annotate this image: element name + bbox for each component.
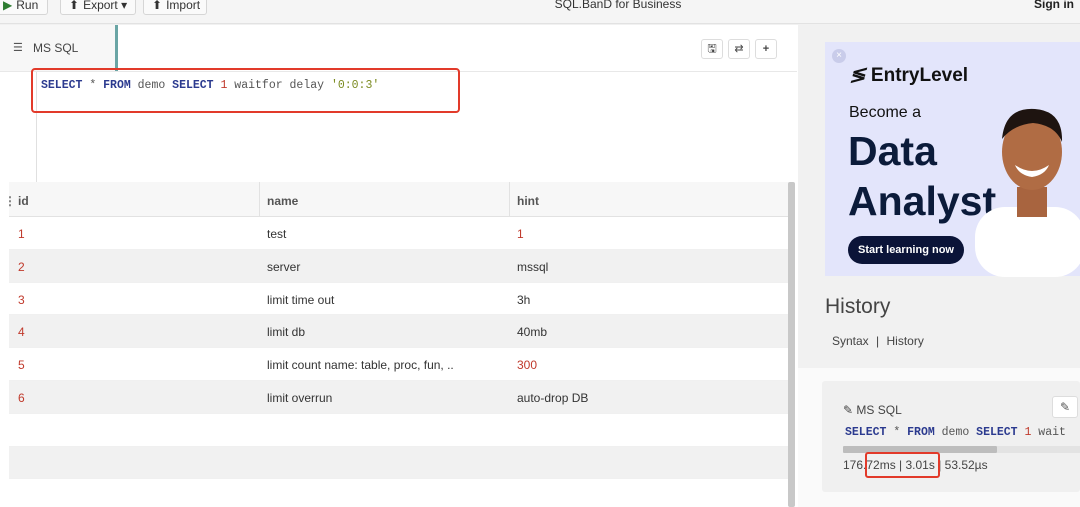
table-row[interactable]: 2 server mssql: [9, 249, 789, 283]
sql-highlight-annotation: [31, 68, 460, 113]
import-icon: ⬆: [152, 0, 163, 12]
column-header-id[interactable]: id: [18, 194, 29, 208]
table-row[interactable]: 4 limit db 40mb: [9, 315, 789, 349]
cell-name: test: [267, 227, 287, 241]
cell-hint: auto-drop DB: [517, 390, 589, 405]
column-divider: [259, 182, 260, 217]
cell-hint: 300: [517, 358, 538, 373]
syntax-link[interactable]: Syntax: [832, 334, 869, 348]
cell-id: 3: [18, 292, 25, 307]
sql-keyword: FROM: [907, 426, 935, 439]
drag-handle-icon[interactable]: ⋮: [4, 194, 16, 208]
chevron-down-icon: ▾: [121, 0, 128, 12]
save-icon[interactable]: 🖫: [701, 39, 723, 59]
edit-icon[interactable]: ✎: [1052, 396, 1078, 418]
import-label: Import: [166, 0, 201, 12]
signin-link[interactable]: Sign in: [1034, 0, 1074, 11]
close-icon[interactable]: ×: [832, 49, 846, 63]
play-icon: ▶: [3, 0, 13, 12]
cell-name: limit overrun: [267, 390, 333, 405]
cell-hint: 3h: [517, 292, 531, 307]
cell-name: server: [267, 259, 301, 274]
table-row[interactable]: 3 limit time out 3h: [9, 283, 789, 316]
empty-row: [9, 414, 789, 447]
timing-fetch: | 53.52µs: [938, 458, 988, 472]
history-card-title: ✎ MS SQL: [843, 403, 902, 417]
sql-token: wait: [1031, 426, 1066, 439]
grid-header: ⋮ id name hint: [4, 182, 789, 217]
run-label: Run: [16, 0, 39, 12]
empty-row: [9, 446, 789, 480]
pencil-icon: ✎: [843, 403, 854, 417]
app-title: SQL.BanD for Business: [554, 0, 682, 11]
cell-hint: 1: [517, 227, 524, 241]
add-icon[interactable]: +: [755, 39, 777, 59]
brand-logo-icon: ≶: [848, 65, 870, 86]
grid-scrollbar[interactable]: [788, 182, 795, 507]
link-separator: |: [876, 334, 880, 348]
history-title: History: [825, 295, 891, 318]
export-button[interactable]: ⬆ Export ▾: [60, 0, 136, 15]
top-toolbar: ▶ Run ⬆ Export ▾ ⬆ Import SQL.BanD for Busi…: [0, 0, 1080, 24]
editor-tab-label: MS SQL: [33, 41, 79, 55]
history-links: Syntax | History: [832, 334, 924, 348]
cell-id: 5: [18, 358, 25, 373]
sql-token: demo: [934, 426, 977, 439]
cell-name: limit count name: table, proc, fun, ..: [267, 358, 454, 373]
history-card-sql: SELECT * FROM demo SELECT 1 wait: [845, 426, 1066, 439]
export-label: Export: [83, 0, 118, 12]
import-button[interactable]: ⬆ Import: [143, 0, 207, 15]
cell-hint: mssql: [517, 259, 549, 274]
cell-hint: 40mb: [517, 325, 548, 340]
cell-id: 1: [18, 227, 25, 241]
history-card-title-label: MS SQL: [856, 403, 902, 417]
ad-cta-button[interactable]: Start learning now: [848, 236, 964, 264]
ad-person-image: [975, 108, 1080, 277]
history-progress-track: [997, 446, 1080, 453]
table-row[interactable]: 5 limit count name: table, proc, fun, ..…: [9, 348, 789, 381]
cell-id: 4: [18, 325, 25, 340]
cell-name: limit time out: [267, 292, 335, 307]
export-icon: ⬆: [69, 0, 80, 12]
editor-tab-mssql[interactable]: ☰ MS SQL: [0, 25, 118, 71]
table-row[interactable]: 1 test 1: [9, 217, 789, 250]
sql-keyword: SELECT: [976, 426, 1018, 439]
history-link[interactable]: History: [887, 334, 924, 348]
refresh-icon[interactable]: ⇄: [728, 39, 750, 59]
run-button[interactable]: ▶ Run: [0, 0, 48, 15]
ad-headline-small: Become a: [849, 104, 922, 121]
ad-brand-label: EntryLevel: [870, 65, 969, 86]
sql-token: *: [886, 426, 908, 439]
column-header-name[interactable]: name: [267, 194, 298, 208]
sql-number: 1: [1017, 426, 1032, 439]
cell-id: 2: [18, 259, 25, 274]
ad-brand: ≶EntryLevel: [848, 64, 969, 87]
timing-highlight-annotation: [865, 452, 940, 478]
cell-name: limit db: [267, 325, 306, 340]
table-row[interactable]: 6 limit overrun auto-drop DB: [9, 380, 789, 414]
cell-id: 6: [18, 390, 25, 405]
column-header-hint[interactable]: hint: [517, 194, 539, 208]
ad-headline-analyst: Analyst: [848, 178, 997, 224]
result-grid: ⋮ id name hint 1 test 1 2 server mssql 3…: [4, 182, 789, 507]
ad-headline-data: Data: [848, 128, 937, 174]
column-divider: [509, 182, 510, 217]
sql-keyword: SELECT: [845, 426, 887, 439]
empty-row: [9, 479, 789, 507]
list-icon: ☰: [13, 42, 23, 54]
